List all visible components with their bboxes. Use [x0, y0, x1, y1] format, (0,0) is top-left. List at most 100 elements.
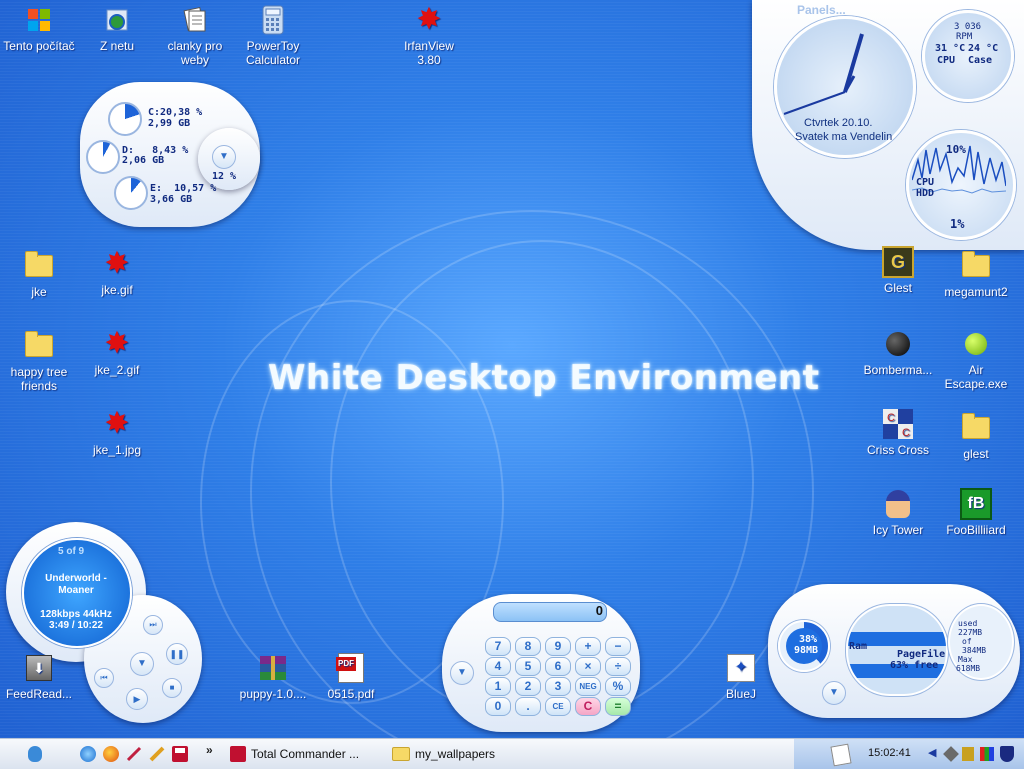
memory-of-label: of [962, 637, 972, 646]
play-button[interactable]: ▶ [126, 688, 148, 710]
svg-text:C: C [902, 427, 910, 439]
desktop-icon-air-escape[interactable]: Air Escape.exe [938, 328, 1014, 391]
desktop-icon-glest-folder[interactable]: glest [938, 412, 1014, 461]
ram-mb: 98MB [794, 645, 819, 656]
desktop-icon-bomberman[interactable]: Bomberma... [860, 328, 936, 377]
desktop-icon-puppy[interactable]: puppy-1.0.... [235, 652, 311, 701]
clock-date: Ctvrtek 20.10. [804, 117, 873, 129]
start-button[interactable] [25, 743, 45, 765]
desktop-icon-glest[interactable]: G Glest [860, 246, 936, 295]
desktop-icon-irfanview[interactable]: ✸ IrfanView 3.80 [391, 4, 467, 68]
calc-key-4[interactable]: − [605, 637, 631, 656]
glest-icon: G [882, 246, 914, 278]
desktop-icon-calculator[interactable]: PowerToy Calculator [235, 4, 311, 67]
calc-key-18[interactable]: C [575, 697, 601, 716]
foobilliard-icon: fB [960, 488, 992, 520]
pause-button[interactable]: ❚❚ [166, 643, 188, 665]
icon-label: puppy-1.0.... [239, 687, 307, 701]
icon-label: jke_2.gif [94, 363, 140, 377]
calc-key-2[interactable]: 9 [545, 637, 571, 656]
tray-expand-icon[interactable]: ◀ [928, 746, 936, 759]
disk-d-size: 2,06 GB [122, 155, 165, 166]
taskbar-clock[interactable]: 15:02:41 [868, 747, 911, 759]
calc-key-5[interactable]: 4 [485, 657, 511, 676]
quicklaunch-save[interactable] [172, 746, 188, 762]
calc-key-6[interactable]: 5 [515, 657, 541, 676]
desktop-icon-jke-gif[interactable]: ✸ jke.gif [79, 248, 155, 298]
folder-icon [23, 330, 55, 362]
disk-widget-toggle-button[interactable]: ▼ [212, 145, 236, 169]
next-track-button[interactable]: ⏭ [143, 615, 163, 635]
folder-icon [960, 412, 992, 444]
icon-label: Z netu [99, 39, 135, 53]
task-total-commander[interactable]: Total Commander ... [230, 744, 380, 764]
memory-max-value: 618MB [956, 664, 981, 673]
calc-key-16[interactable]: . [515, 697, 541, 716]
pagefile-free: 63% free [890, 660, 939, 671]
shield-tray-icon[interactable] [1000, 746, 1014, 762]
task-my-wallpapers[interactable]: my_wallpapers [392, 744, 542, 764]
calc-key-10[interactable]: 1 [485, 677, 511, 696]
quicklaunch-pen[interactable] [126, 746, 142, 762]
calc-key-19[interactable]: = [605, 697, 631, 716]
panels-title: Panels... [797, 3, 846, 17]
notes-tray-icon[interactable] [830, 743, 852, 767]
calc-key-3[interactable]: + [575, 637, 601, 656]
memory-widget-toggle-button[interactable]: ▼ [822, 681, 846, 705]
icon-label: Icy Tower [872, 523, 924, 537]
colors-tray-icon[interactable] [980, 747, 994, 761]
hdd-graph-label: HDD [916, 188, 935, 199]
disk-c-size: 2,99 GB [148, 118, 191, 129]
desktop-icon-computer[interactable]: Tento počítač [1, 4, 77, 53]
player-menu-button[interactable]: ▼ [130, 652, 154, 676]
calculator-menu-button[interactable]: ▼ [450, 661, 474, 685]
folder-icon [392, 747, 410, 761]
clock-nameday: Svatek ma Vendelin [795, 131, 893, 143]
desktop-icon-clanky[interactable]: clanky pro weby [157, 4, 233, 67]
quicklaunch-pencil[interactable] [149, 746, 165, 762]
stop-button[interactable]: ■ [162, 678, 182, 698]
ball-icon [960, 328, 992, 360]
calc-key-17[interactable]: CE [545, 697, 571, 716]
icon-label: glest [963, 447, 989, 461]
calc-key-8[interactable]: × [575, 657, 601, 676]
desktop-icon-happy-tree[interactable]: happy tree friends [1, 330, 77, 393]
desktop-icon-jke-folder[interactable]: jke [1, 250, 77, 299]
disk-total-percent: 12 % [212, 171, 237, 182]
ram-label: Ram [849, 641, 868, 652]
calc-key-0[interactable]: 7 [485, 637, 511, 656]
icon-label: Criss Cross [867, 443, 929, 457]
quicklaunch-firefox[interactable] [103, 746, 119, 762]
desktop-icon-icy-tower[interactable]: Icy Tower [860, 488, 936, 537]
calc-key-15[interactable]: 0 [485, 697, 511, 716]
icytower-icon [882, 488, 914, 520]
calc-key-12[interactable]: 3 [545, 677, 571, 696]
desktop-icon-foobilliard[interactable]: fB FooBilliiard [938, 488, 1014, 537]
desktop-icon-megamunt2[interactable]: megamunt2 [938, 250, 1014, 299]
desktop-icon-jke1-jpg[interactable]: ✸ jke_1.jpg [79, 408, 155, 458]
icon-label: IrfanView 3.80 [404, 39, 454, 67]
desktop-icon-z-netu[interactable]: Z netu [79, 4, 155, 53]
icon-label: jke [31, 285, 47, 299]
quicklaunch-ie[interactable] [80, 746, 96, 762]
calc-key-7[interactable]: 6 [545, 657, 571, 676]
calc-key-11[interactable]: 2 [515, 677, 541, 696]
previous-track-button[interactable]: ⏮ [94, 668, 114, 688]
sound-tray-icon[interactable] [962, 747, 974, 761]
calc-key-1[interactable]: 8 [515, 637, 541, 656]
pdf-icon: PDF [335, 652, 367, 684]
calc-key-13[interactable]: NEG [575, 677, 601, 696]
desktop-icon-feedreader[interactable]: ⬇ FeedRead... [1, 652, 77, 701]
calc-key-9[interactable]: ÷ [605, 657, 631, 676]
calc-key-14[interactable]: % [605, 677, 631, 696]
track-bitrate: 128kbps 44kHz [40, 609, 112, 620]
desktop-icon-pdf[interactable]: PDF 0515.pdf [313, 652, 389, 701]
bomb-icon [882, 328, 914, 360]
feedreader-icon: ⬇ [23, 652, 55, 684]
task-label: my_wallpapers [415, 747, 496, 761]
desktop-icon-jke2-gif[interactable]: ✸ jke_2.gif [79, 328, 155, 378]
track-index: 5 of 9 [58, 546, 85, 557]
network-tray-icon[interactable] [943, 746, 959, 762]
desktop-icon-criss-cross[interactable]: CC Criss Cross [860, 408, 936, 457]
quicklaunch-chevron[interactable]: » [206, 743, 213, 757]
